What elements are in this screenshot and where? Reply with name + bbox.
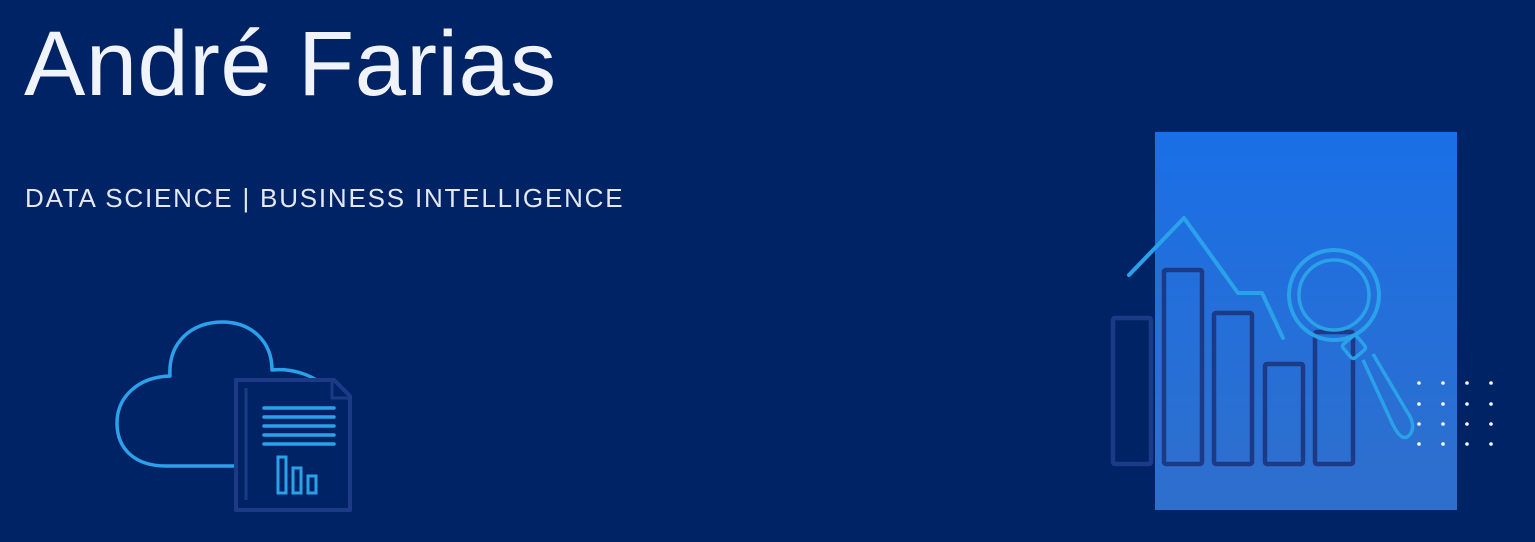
subtitle: DATA SCIENCE | BUSINESS INTELLIGENCE	[25, 183, 625, 213]
page-title: André Farias	[24, 13, 557, 115]
cloud-document-chart-icon	[115, 320, 352, 512]
bar-chart-magnifier-icon	[1110, 132, 1493, 510]
